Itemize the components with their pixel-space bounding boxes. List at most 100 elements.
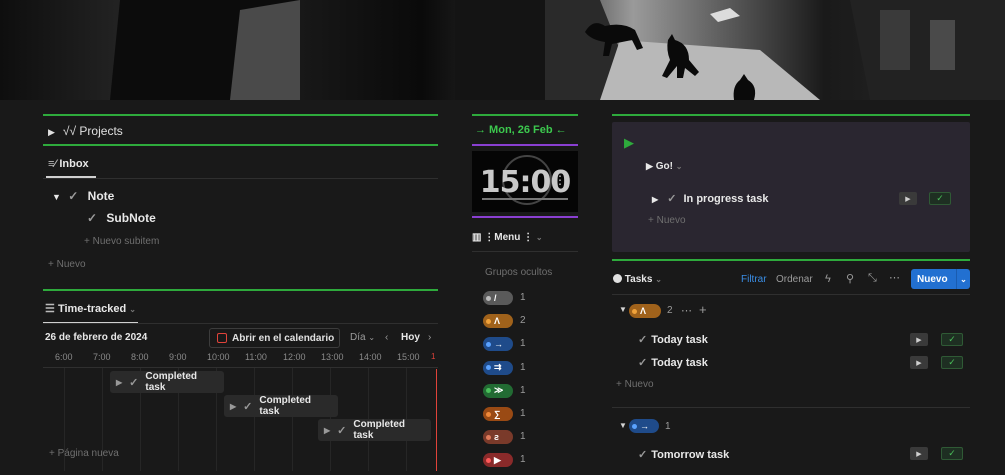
projects-toggle[interactable]: ▶ √√ Projects <box>48 124 123 138</box>
subnote-title: SubNote <box>106 211 156 225</box>
hour-label: 15:00 <box>397 352 420 362</box>
play-icon[interactable]: ▶ <box>324 426 330 435</box>
filter-button[interactable]: Filtrar <box>741 274 767 285</box>
play-icon[interactable]: ▶ <box>624 135 634 151</box>
complete-button[interactable]: ✓ <box>929 192 951 205</box>
start-timer-button[interactable]: ▶ <box>910 447 928 460</box>
new-page-button[interactable]: + Página nueva <box>49 448 119 459</box>
tag-symbol: → <box>494 339 503 350</box>
sort-button[interactable]: Ordenar <box>776 274 813 285</box>
hidden-group-tag[interactable]: / <box>483 291 513 305</box>
hidden-group-tag[interactable]: ∑ <box>483 407 513 421</box>
hidden-group-tag[interactable]: Λ <box>483 314 513 329</box>
chevron-down-icon[interactable]: ▼ <box>619 421 627 430</box>
check-icon: ✓ <box>936 193 944 203</box>
more-horizontal-icon[interactable]: ⋯ <box>681 304 692 317</box>
hour-label: 11:00 <box>245 352 267 362</box>
new-task-button[interactable]: + Nuevo <box>648 215 686 226</box>
chevron-down-icon[interactable]: ▼ <box>52 192 61 202</box>
start-timer-button[interactable]: ▶ <box>910 356 928 369</box>
complete-button[interactable]: ✓ <box>941 447 963 460</box>
hidden-group-tag[interactable]: ≫ <box>483 383 513 398</box>
chevron-down-icon[interactable]: ▼ <box>619 305 627 314</box>
tag-dot <box>486 434 491 440</box>
new-task-button[interactable]: + Nuevo <box>616 379 654 390</box>
divider <box>612 114 970 116</box>
new-note-button[interactable]: + Nuevo <box>48 259 86 270</box>
timeline-task[interactable]: ▶ ✓ Completed task <box>224 395 338 417</box>
play-icon: ▶ <box>905 195 911 203</box>
automation-icon[interactable]: ϟ <box>825 273 831 285</box>
go-group-header[interactable]: ▶ Go! ⌄ <box>646 161 682 172</box>
complete-button[interactable]: ✓ <box>941 333 963 346</box>
task-title: Tomorrow task <box>651 449 730 461</box>
chevron-down-icon[interactable]: ⌄ <box>536 233 543 242</box>
task-row[interactable]: ✓ Today task <box>638 333 708 346</box>
check-icon: ✓ <box>948 448 956 458</box>
start-timer-button[interactable]: ▶ <box>899 192 917 205</box>
divider <box>612 407 970 408</box>
plus-icon: + <box>616 379 622 390</box>
menu-header[interactable]: ▥ ⋮Menu ⋮ ⌄ <box>472 232 543 243</box>
today-button[interactable]: Hoy <box>401 332 420 343</box>
check-icon: ✓ <box>948 357 956 367</box>
expand-icon[interactable]: ⤡ <box>868 272 877 285</box>
search-icon[interactable]: ⚲ <box>846 272 854 285</box>
plus-icon[interactable]: + <box>699 302 707 317</box>
play-icon[interactable]: ▶ <box>652 195 658 204</box>
hidden-group-tag[interactable]: ▶ <box>483 453 513 468</box>
open-calendar-button[interactable]: Abrir en el calendario <box>209 328 340 348</box>
hour-label: 6:00 <box>55 352 73 362</box>
timeline-date: 26 de febrero de 2024 <box>45 332 148 343</box>
divider <box>43 178 438 179</box>
hidden-group-tag[interactable]: → <box>483 337 513 352</box>
timeline-task[interactable]: ▶ ✓ Completed task <box>318 419 431 441</box>
tag-dot <box>486 388 491 394</box>
check-icon: ✓ <box>243 400 253 413</box>
new-button[interactable]: Nuevo ⌄ <box>911 269 970 289</box>
more-vertical-icon: ⋮ <box>523 232 534 243</box>
divider <box>43 144 438 146</box>
tag-symbol: Λ <box>640 306 647 316</box>
divider <box>472 216 578 218</box>
new-subitem-button[interactable]: + Nuevo subitem <box>84 236 159 247</box>
chevron-down-icon[interactable]: ⌄ <box>676 162 683 171</box>
view-selector[interactable]: Día ⌄ <box>350 332 375 343</box>
note-item[interactable]: ▼ ✓ Note <box>52 189 114 203</box>
more-vertical-icon[interactable]: ⋮ <box>554 173 566 187</box>
start-timer-button[interactable]: ▶ <box>910 333 928 346</box>
task-row[interactable]: ✓ Today task <box>638 356 708 369</box>
tasks-title: Tasks <box>624 274 653 285</box>
in-progress-panel <box>612 122 970 252</box>
more-horizontal-icon[interactable]: ⋯ <box>889 271 900 284</box>
hidden-group-tag[interactable]: ⇉ <box>483 360 513 375</box>
check-icon: ✓ <box>667 193 677 205</box>
task-row[interactable]: ✓ Tomorrow task <box>638 448 729 461</box>
chevron-down-icon[interactable]: ⌄ <box>129 305 136 314</box>
toggle-triangle-icon[interactable]: ▶ <box>48 127 55 137</box>
group-tag-tomorrow: → <box>629 419 659 433</box>
complete-button[interactable]: ✓ <box>941 356 963 369</box>
cover-illustration <box>110 0 1005 100</box>
menu-label: Menu <box>494 232 521 243</box>
hidden-group-tag[interactable]: ƨ <box>483 430 513 445</box>
tasks-header[interactable]: Tasks ⌄ <box>613 274 662 285</box>
prev-button[interactable]: ‹ <box>385 332 388 343</box>
hidden-group-count: 1 <box>520 292 526 303</box>
check-icon: ✓ <box>87 211 98 225</box>
new-page-label: Página nueva <box>57 448 119 459</box>
chevron-down-icon[interactable]: ⌄ <box>956 269 970 289</box>
play-icon[interactable]: ▶ <box>116 378 122 387</box>
tab-inbox[interactable]: ≡⁄ Inbox <box>48 158 89 170</box>
next-button[interactable]: › <box>428 332 431 343</box>
play-icon[interactable]: ▶ <box>230 402 236 411</box>
hidden-groups-label: Grupos ocultos <box>485 267 553 278</box>
timeline-task[interactable]: ▶ ✓ Completed task <box>110 371 224 393</box>
chevron-down-icon[interactable]: ⌄ <box>655 275 662 284</box>
divider <box>43 114 438 116</box>
subnote-item[interactable]: ✓ SubNote <box>87 211 156 225</box>
in-progress-task[interactable]: ▶ ✓ In progress task <box>652 192 768 205</box>
hidden-group-count: 1 <box>520 338 526 350</box>
time-tracked-header[interactable]: ☰ Time-tracked ⌄ <box>45 302 136 315</box>
group-count: 1 <box>665 421 671 432</box>
